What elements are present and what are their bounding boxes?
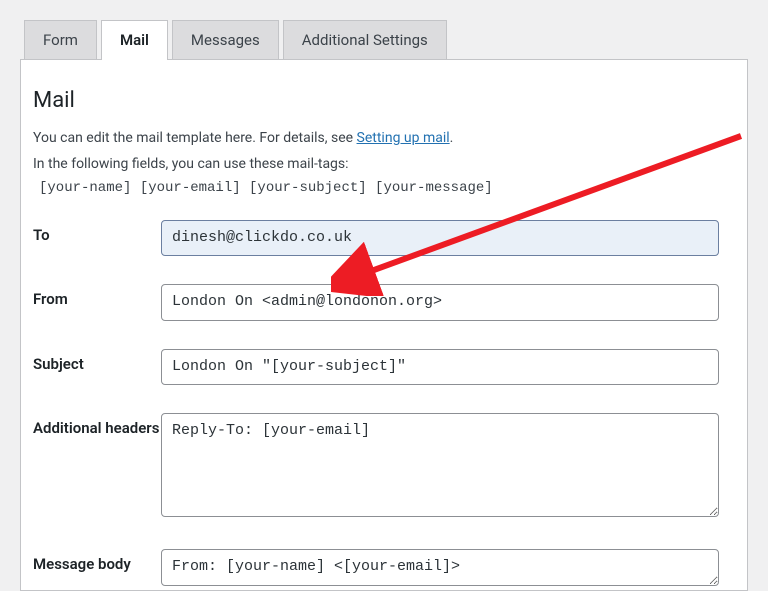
label-to: To bbox=[33, 220, 161, 244]
annotation-arrow bbox=[331, 126, 761, 296]
tab-mail[interactable]: Mail bbox=[101, 20, 168, 60]
mail-panel: Mail You can edit the mail template here… bbox=[20, 59, 748, 591]
tab-form[interactable]: Form bbox=[24, 20, 97, 59]
desc-prefix: You can edit the mail template here. For… bbox=[33, 130, 357, 146]
panel-heading: Mail bbox=[33, 88, 719, 113]
setup-mail-link[interactable]: Setting up mail bbox=[357, 130, 450, 146]
textarea-body[interactable] bbox=[161, 549, 719, 586]
settings-wrap: Form Mail Messages Additional Settings M… bbox=[0, 0, 768, 591]
textarea-headers[interactable] bbox=[161, 413, 719, 517]
label-body: Message body bbox=[33, 549, 161, 573]
panel-description-1: You can edit the mail template here. For… bbox=[33, 127, 719, 149]
row-subject: Subject bbox=[33, 349, 719, 386]
row-body: Message body bbox=[33, 549, 719, 590]
input-from[interactable] bbox=[161, 284, 719, 321]
input-subject[interactable] bbox=[161, 349, 719, 386]
row-from: From bbox=[33, 284, 719, 321]
row-to: To bbox=[33, 220, 719, 257]
mail-tags-list: [your-name] [your-email] [your-subject] … bbox=[39, 180, 719, 196]
tab-bar: Form Mail Messages Additional Settings bbox=[20, 20, 748, 59]
tab-additional-settings[interactable]: Additional Settings bbox=[283, 20, 447, 59]
row-headers: Additional headers bbox=[33, 413, 719, 521]
label-subject: Subject bbox=[33, 349, 161, 373]
panel-description-2: In the following fields, you can use the… bbox=[33, 153, 719, 175]
input-to[interactable] bbox=[161, 220, 719, 257]
label-from: From bbox=[33, 284, 161, 308]
label-headers: Additional headers bbox=[33, 413, 161, 437]
desc-suffix: . bbox=[450, 130, 454, 146]
tab-messages[interactable]: Messages bbox=[172, 20, 279, 59]
